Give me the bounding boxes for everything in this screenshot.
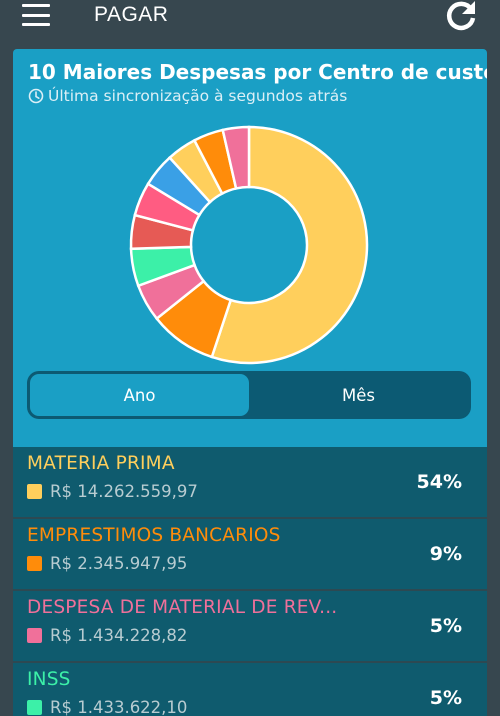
item-amount-text: R$ 2.345.947,95 — [50, 554, 188, 573]
item-percent: 5% — [429, 615, 462, 637]
item-amount: R$ 14.262.559,97 — [27, 482, 198, 501]
item-amount: R$ 1.433.622,10 — [27, 698, 187, 716]
item-percent: 5% — [429, 687, 462, 709]
toggle-option-month[interactable]: Mês — [249, 374, 468, 416]
clock-icon — [28, 88, 44, 104]
expense-list: MATERIA PRIMA R$ 14.262.559,97 54% EMPRESTI… — [13, 447, 487, 716]
item-name: MATERIA PRIMA — [27, 453, 175, 474]
item-percent: 54% — [416, 471, 462, 493]
item-name: DESPESA DE MATERIAL DE REV... — [27, 597, 338, 618]
page-title: PAGAR — [94, 3, 169, 26]
period-toggle: Ano Mês — [27, 371, 471, 419]
list-item[interactable]: DESPESA DE MATERIAL DE REV... R$ 1.434.22… — [13, 591, 487, 663]
item-amount-text: R$ 1.433.622,10 — [50, 698, 188, 716]
color-swatch — [27, 484, 42, 499]
item-amount: R$ 1.434.228,82 — [27, 626, 187, 645]
item-name: INSS — [27, 669, 71, 690]
list-item[interactable]: EMPRESTIMOS BANCARIOS R$ 2.345.947,95 9% — [13, 519, 487, 591]
card-title: 10 Maiores Despesas por Centro de custo — [28, 60, 487, 84]
sync-status: Última sincronização à segundos atrás — [28, 87, 347, 105]
hamburger-menu-icon[interactable] — [22, 4, 50, 26]
list-item[interactable]: INSS R$ 1.433.622,10 5% — [13, 663, 487, 716]
color-swatch — [27, 700, 42, 715]
item-amount-text: R$ 14.262.559,97 — [50, 482, 198, 501]
color-swatch — [27, 628, 42, 643]
item-amount: R$ 2.345.947,95 — [27, 554, 187, 573]
toggle-option-year[interactable]: Ano — [30, 374, 249, 416]
top-expenses-card: 10 Maiores Despesas por Centro de custo … — [13, 49, 487, 716]
color-swatch — [27, 556, 42, 571]
sync-text: Última sincronização à segundos atrás — [48, 87, 348, 105]
expenses-donut-chart — [129, 125, 369, 365]
list-item[interactable]: MATERIA PRIMA R$ 14.262.559,97 54% — [13, 447, 487, 519]
item-name: EMPRESTIMOS BANCARIOS — [27, 525, 281, 546]
item-amount-text: R$ 1.434.228,82 — [50, 626, 188, 645]
item-percent: 9% — [429, 543, 462, 565]
top-bar: PAGAR — [0, 0, 500, 34]
refresh-icon[interactable] — [444, 0, 478, 32]
